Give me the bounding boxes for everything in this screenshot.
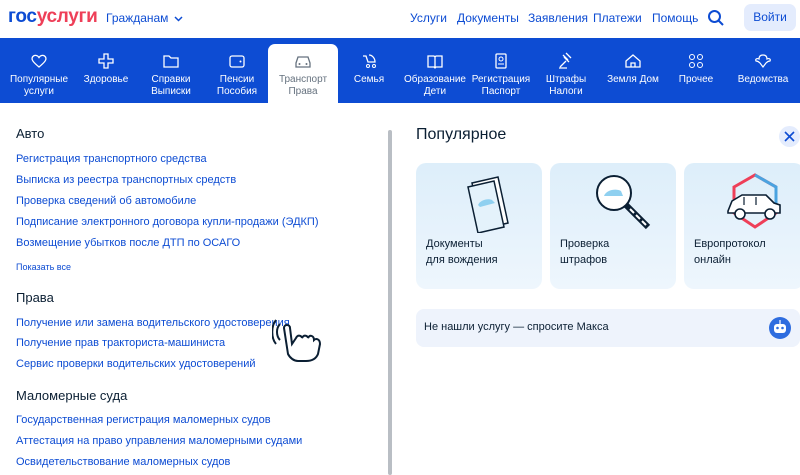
show-all-link[interactable]: Показать все: [16, 262, 71, 272]
link-boat-inspection[interactable]: Освидетельствование маломерных судов: [16, 456, 230, 468]
nav-services[interactable]: Услуги: [410, 11, 447, 25]
category-transport[interactable]: Транспорт Права: [268, 44, 338, 103]
category-education[interactable]: Образование Дети: [401, 38, 469, 103]
wallet-icon: [229, 55, 245, 68]
category-fines[interactable]: Штрафы Налоги: [538, 38, 594, 103]
category-pensions[interactable]: Пенсии Пособия: [207, 38, 267, 103]
citizens-label: Гражданам: [106, 11, 169, 25]
grid-icon: [689, 54, 703, 68]
nav-payments[interactable]: Платежи: [593, 11, 642, 25]
chevron-down-icon: [174, 11, 183, 25]
category-popular[interactable]: Популярные услуги: [6, 38, 72, 103]
link-license-check-service[interactable]: Сервис проверки водительских удостоверен…: [16, 358, 256, 370]
category-health[interactable]: Здоровье: [78, 38, 134, 103]
cross-icon: [98, 53, 114, 69]
citizens-dropdown[interactable]: Гражданам: [106, 11, 183, 25]
link-boat-registration[interactable]: Государственная регистрация маломерных с…: [16, 414, 271, 426]
link-car-info-check[interactable]: Проверка сведений об автомобиле: [16, 195, 196, 207]
nav-help[interactable]: Помощь: [652, 11, 698, 25]
link-vehicle-register-extract[interactable]: Выписка из реестра транспортных средств: [16, 174, 236, 186]
nav-applications[interactable]: Заявления: [528, 11, 588, 25]
id-card-icon: [495, 53, 507, 69]
folder-icon: [163, 55, 179, 68]
car-protocol-icon: [727, 173, 781, 229]
ask-max-bar[interactable]: Не нашли услугу — спросите Макса: [416, 309, 800, 347]
documents-icon: [467, 176, 509, 233]
login-button[interactable]: Войти: [744, 4, 796, 31]
card-fines-check[interactable]: Проверка штрафов: [550, 163, 676, 289]
category-certificates[interactable]: Справки Выписки: [140, 38, 202, 103]
section-title-rights: Права: [16, 290, 54, 305]
link-boat-certification[interactable]: Аттестация на право управления маломерны…: [16, 435, 302, 447]
robot-assistant-icon[interactable]: [768, 316, 792, 340]
section-title-auto: Авто: [16, 126, 45, 141]
category-registration[interactable]: Регистрация Паспорт: [471, 38, 531, 103]
gavel-icon: [559, 52, 572, 69]
popular-title: Популярное: [416, 126, 507, 143]
category-agencies[interactable]: Ведомства: [732, 38, 794, 103]
link-osago-compensation[interactable]: Возмещение убытков после ДТП по ОСАГО: [16, 237, 240, 249]
category-bar: Популярные услуги Здоровье Справки Выписки…: [0, 38, 800, 103]
nav-documents[interactable]: Документы: [457, 11, 519, 25]
house-icon: [625, 54, 641, 68]
card-driving-documents[interactable]: Документы для вождения: [416, 163, 542, 289]
close-icon: [784, 131, 795, 142]
car-icon: [295, 56, 311, 68]
stroller-icon: [363, 54, 376, 68]
emblem-icon: [755, 54, 771, 68]
header: госуслуги Гражданам Услуги Документы Зая…: [0, 0, 800, 38]
category-other[interactable]: Прочее: [670, 38, 722, 103]
gosuslugi-logo[interactable]: госуслуги: [8, 6, 98, 28]
category-land-house[interactable]: Земля Дом: [602, 38, 664, 103]
scrollbar[interactable]: [388, 130, 392, 475]
ask-max-text: Не нашли услугу — спросите Макса: [424, 321, 609, 333]
close-button[interactable]: [779, 126, 800, 147]
link-tractor-license[interactable]: Получение прав тракториста-машиниста: [16, 337, 225, 349]
category-family[interactable]: Семья: [343, 38, 395, 103]
book-icon: [427, 55, 443, 69]
search-icon[interactable]: [707, 9, 725, 27]
link-driver-license[interactable]: Получение или замена водительского удост…: [16, 317, 290, 329]
heart-icon: [31, 54, 47, 68]
link-edkp-signing[interactable]: Подписание электронного договора купли-п…: [16, 216, 319, 228]
link-vehicle-registration[interactable]: Регистрация транспортного средства: [16, 153, 207, 165]
magnifier-car-icon: [596, 175, 651, 230]
section-title-boats: Маломерные суда: [16, 388, 128, 403]
pointer-hand-icon: [271, 314, 334, 362]
card-europrotocol[interactable]: Европротокол онлайн: [684, 163, 800, 289]
